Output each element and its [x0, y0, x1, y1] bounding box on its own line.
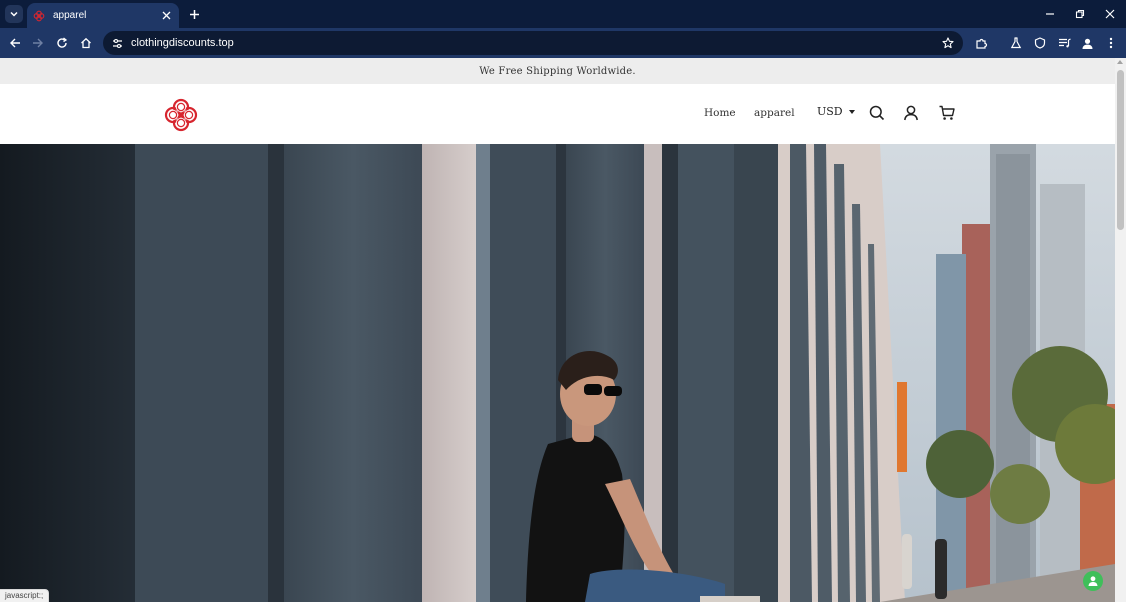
link-status-bar: javascript:; [0, 589, 50, 602]
close-icon [162, 11, 170, 20]
media-icon [1058, 38, 1071, 48]
browser-tab-strip: apparel [0, 0, 1126, 28]
forward-icon [33, 38, 43, 48]
site-logo[interactable] [163, 97, 199, 133]
chevron-down-icon [10, 11, 18, 17]
plus-icon [189, 9, 199, 19]
close-icon [1105, 9, 1115, 19]
hero-photo [0, 144, 1115, 602]
profile-icon [1082, 38, 1092, 49]
shield-icon [1034, 37, 1046, 49]
extensions-icon [975, 38, 987, 49]
search-button[interactable] [868, 104, 886, 122]
forward-button[interactable] [28, 33, 48, 53]
close-window-button[interactable] [1100, 4, 1120, 24]
chat-widget-button[interactable] [1083, 571, 1103, 591]
home-icon [81, 37, 91, 49]
site-info-button[interactable] [109, 35, 125, 51]
caret-down-icon [848, 109, 855, 114]
profile-button[interactable] [1077, 33, 1097, 53]
nav-link-apparel[interactable]: apparel [754, 107, 795, 119]
browser-toolbar: clothingdiscounts.top [0, 28, 1126, 58]
scroll-up-arrow-icon[interactable] [1117, 60, 1123, 64]
search-icon [869, 105, 885, 121]
cart-button[interactable] [938, 104, 956, 122]
currency-selector[interactable]: USD [817, 105, 855, 118]
announcement-text: We Free Shipping Worldwide. [479, 65, 636, 77]
page-scrollbar[interactable] [1115, 58, 1126, 602]
labs-button[interactable] [1006, 33, 1026, 53]
minimize-button[interactable] [1040, 4, 1060, 24]
back-icon [10, 38, 20, 48]
extensions-button[interactable] [971, 33, 991, 53]
page-viewport: We Free Shipping Worldwide. Home apparel… [0, 58, 1115, 602]
bookmark-button[interactable] [939, 34, 957, 52]
person-support-icon [1088, 576, 1098, 586]
restore-icon [1075, 9, 1085, 19]
account-button[interactable] [902, 104, 920, 122]
announcement-bar: We Free Shipping Worldwide. [0, 58, 1115, 84]
minimize-icon [1046, 13, 1054, 15]
browser-tab-active[interactable]: apparel [27, 3, 179, 28]
scrollbar-thumb[interactable] [1117, 70, 1124, 230]
hero-banner[interactable] [0, 144, 1115, 602]
bookmark-star-icon [942, 37, 954, 49]
labs-icon [1010, 37, 1022, 49]
reload-button[interactable] [52, 33, 72, 53]
address-url[interactable]: clothingdiscounts.top [131, 37, 939, 49]
currency-value: USD [817, 105, 843, 118]
site-info-icon [112, 38, 122, 48]
brand-knot-icon [33, 10, 45, 21]
restore-button[interactable] [1070, 4, 1090, 24]
new-tab-button[interactable] [185, 5, 203, 23]
menu-dots-icon [1109, 37, 1113, 49]
site-header: Home apparel USD [0, 84, 1115, 144]
tab-search-button[interactable] [5, 5, 23, 23]
account-icon [904, 105, 918, 121]
address-bar[interactable]: clothingdiscounts.top [103, 31, 963, 55]
tab-title: apparel [53, 10, 87, 21]
browser-menu-button[interactable] [1101, 33, 1121, 53]
reload-icon [57, 37, 68, 48]
media-controls-button[interactable] [1054, 33, 1074, 53]
cart-icon [939, 105, 955, 120]
nav-link-home[interactable]: Home [704, 107, 736, 119]
tab-close-button[interactable] [157, 7, 175, 25]
shield-extension-button[interactable] [1030, 33, 1050, 53]
back-button[interactable] [5, 33, 25, 53]
brand-knot-icon [164, 98, 198, 132]
home-button[interactable] [76, 33, 96, 53]
